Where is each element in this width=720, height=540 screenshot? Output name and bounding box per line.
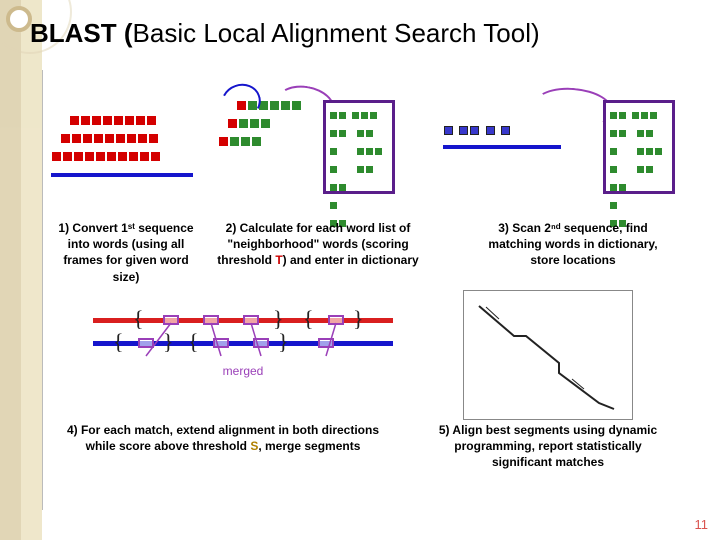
slide-title: BLAST (Basic Local Alignment Search Tool… [30,18,540,49]
step5-caption: 5) Align best segments using dynamic pro… [433,422,663,471]
step1-graphic [51,113,193,177]
row-1: 1) Convert 1ˢᵗ sequence into words (usin… [43,88,702,208]
page-number: 11 [695,517,709,532]
step4-caption: 4) For each match, extend alignment in b… [53,422,393,454]
step1-caption: 1) Convert 1ˢᵗ sequence into words (usin… [51,220,201,285]
step3-caption: 3) Scan 2ⁿᵈ sequence, find matching word… [473,220,673,269]
step5-graphic [463,290,633,420]
threshold-T: T [275,253,282,267]
title-rest: Basic Local Alignment Search Tool) [133,18,540,48]
step2-caption: 2) Calculate for each word list of "neig… [213,220,423,269]
side-stripe [0,0,42,540]
cross-lines-icon [93,318,393,363]
step4-graphic: { } { } { } { } [93,300,393,378]
merged-label: merged [93,364,393,378]
dictionary-box-2 [603,100,675,194]
sequence-line-icon [51,173,193,177]
dictionary-box [323,100,395,194]
title-bold: BLAST ( [30,18,133,48]
content-area: 1) Convert 1ˢᵗ sequence into words (usin… [42,70,702,510]
step3-graphic [443,123,561,149]
row-2: { } { } { } { } [43,310,702,490]
